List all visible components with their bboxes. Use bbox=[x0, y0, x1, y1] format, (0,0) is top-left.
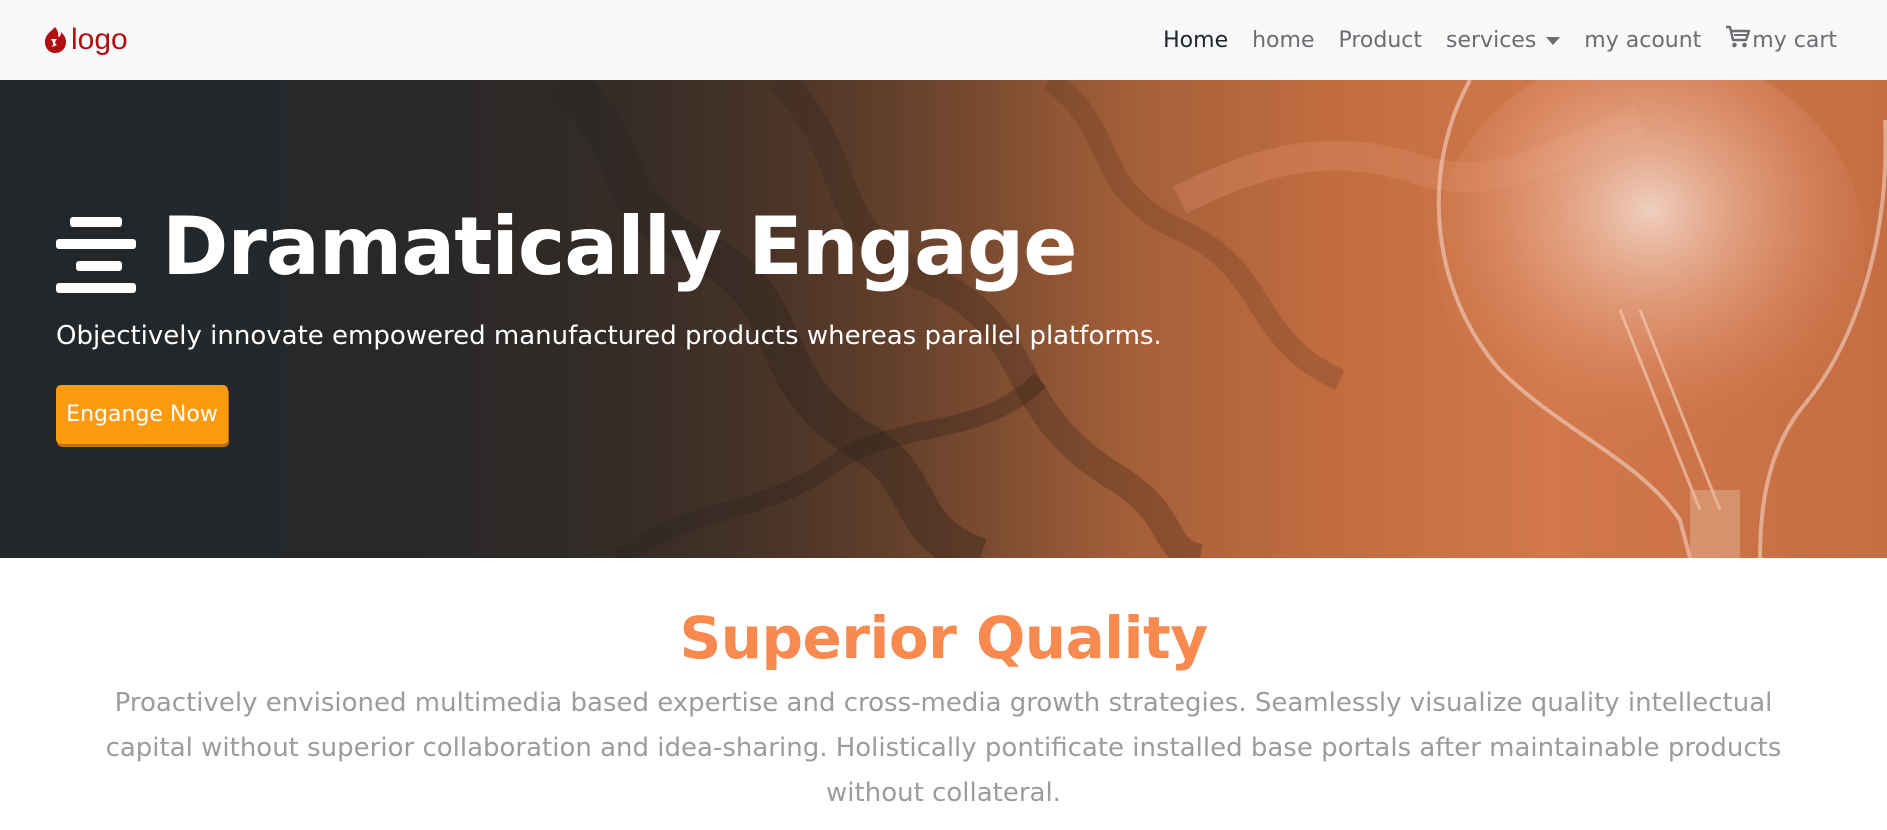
nav-link-my-account[interactable]: my acount bbox=[1584, 28, 1701, 53]
nav-link-product[interactable]: Product bbox=[1338, 28, 1422, 53]
cart-icon bbox=[1725, 25, 1751, 55]
top-navbar: logo Home home Product services my acoun… bbox=[0, 0, 1887, 80]
hero-subtitle: Objectively innovate empowered manufactu… bbox=[56, 321, 1162, 351]
section-title: Superior Quality bbox=[679, 604, 1208, 672]
engage-now-button[interactable]: Engange Now bbox=[56, 385, 228, 444]
hero-banner: Dramatically Engage Objectively innovate… bbox=[0, 80, 1887, 558]
menu-lines-icon bbox=[56, 215, 136, 299]
nav-link-services-label: services bbox=[1446, 27, 1537, 53]
brand-text: logo bbox=[71, 23, 128, 56]
hero-title: Dramatically Engage bbox=[162, 200, 1077, 293]
section-body: Proactively envisioned multimedia based … bbox=[105, 688, 1782, 808]
nav-link-services-dropdown[interactable]: services bbox=[1446, 27, 1561, 53]
nav-link-my-cart[interactable]: my cart bbox=[1725, 25, 1837, 55]
nav-link-home-active[interactable]: Home bbox=[1163, 28, 1228, 53]
brand-logo-link[interactable]: logo bbox=[40, 20, 128, 60]
flame-logo-icon bbox=[40, 25, 70, 55]
nav-link-my-cart-label: my cart bbox=[1752, 27, 1837, 53]
nav-menu: Home home Product services my acount my … bbox=[1139, 20, 1837, 60]
nav-link-home[interactable]: home bbox=[1252, 28, 1314, 53]
chevron-down-icon bbox=[1546, 37, 1561, 45]
